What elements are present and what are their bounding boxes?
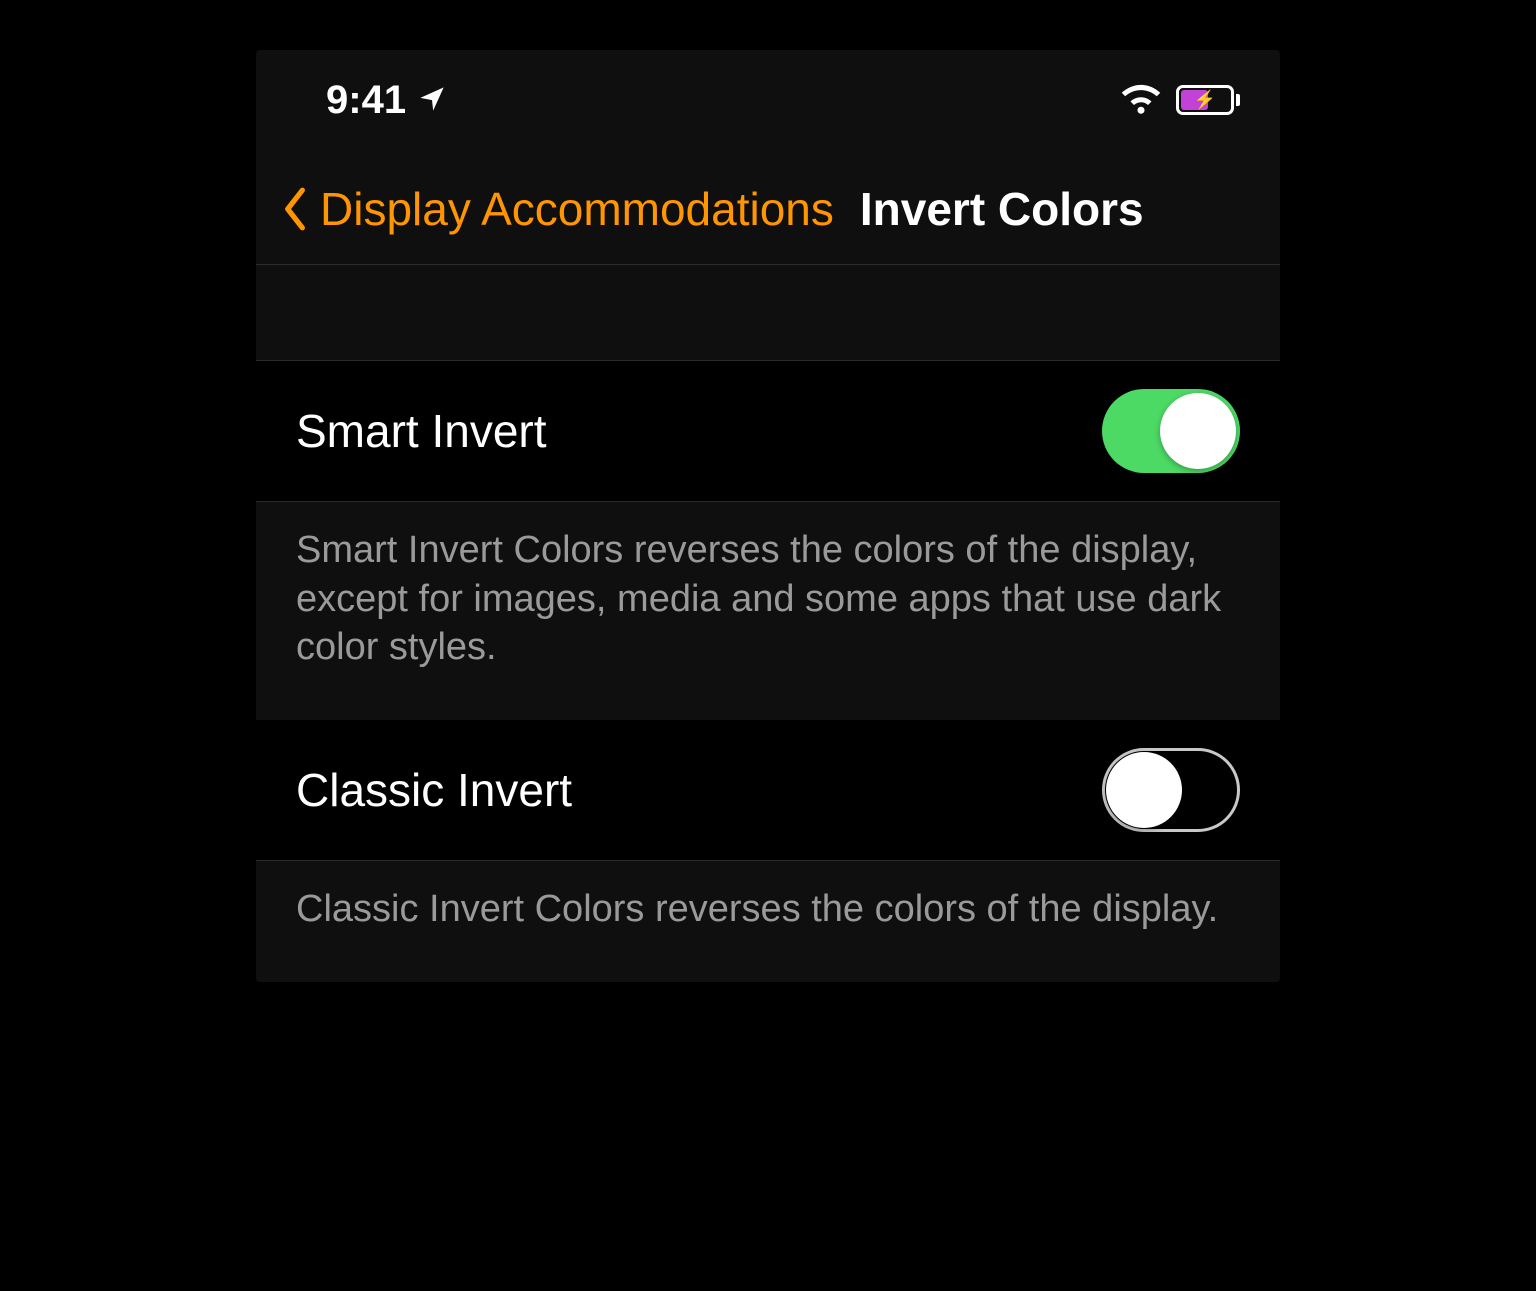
toggle-smart-invert[interactable] xyxy=(1102,389,1240,473)
setting-description-smart-invert: Smart Invert Colors reverses the colors … xyxy=(256,502,1280,720)
wifi-icon xyxy=(1120,82,1162,119)
settings-screen: 9:41 ⚡ xyxy=(256,50,1280,982)
setting-row-smart-invert: Smart Invert xyxy=(256,361,1280,502)
nav-bar: Display Accommodations Invert Colors xyxy=(256,140,1280,265)
toggle-knob xyxy=(1160,393,1236,469)
toggle-classic-invert[interactable] xyxy=(1102,748,1240,832)
setting-label-smart-invert: Smart Invert xyxy=(296,404,547,458)
status-bar: 9:41 ⚡ xyxy=(256,50,1280,140)
setting-row-classic-invert: Classic Invert xyxy=(256,720,1280,861)
status-left: 9:41 xyxy=(326,78,446,123)
status-time: 9:41 xyxy=(326,78,406,123)
battery-icon: ⚡ xyxy=(1176,85,1240,115)
back-chevron-icon[interactable] xyxy=(276,182,312,236)
location-icon xyxy=(418,78,446,123)
setting-label-classic-invert: Classic Invert xyxy=(296,763,572,817)
back-button-label[interactable]: Display Accommodations xyxy=(320,182,834,236)
toggle-knob xyxy=(1106,752,1182,828)
setting-description-classic-invert: Classic Invert Colors reverses the color… xyxy=(256,861,1280,982)
section-spacer xyxy=(256,265,1280,361)
status-right: ⚡ xyxy=(1120,82,1240,119)
page-title: Invert Colors xyxy=(860,182,1144,236)
